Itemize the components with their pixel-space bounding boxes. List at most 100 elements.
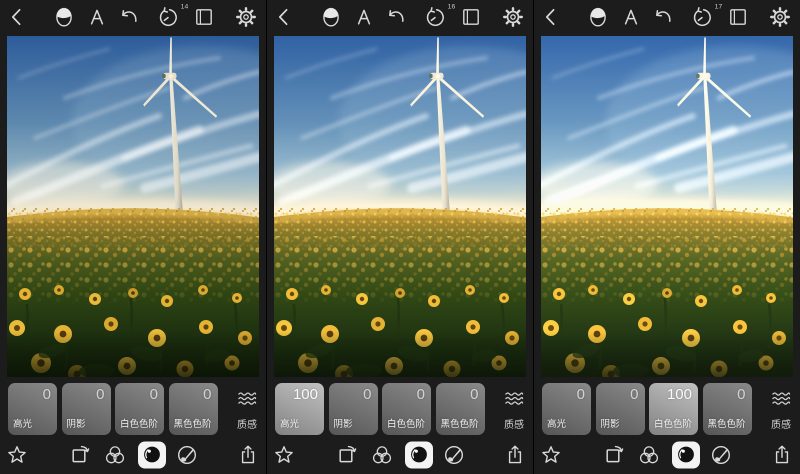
crop-button[interactable]: [68, 443, 92, 467]
texture-label: 质感: [237, 416, 257, 431]
frame-button[interactable]: [726, 5, 750, 29]
tile-label: 白色色阶: [120, 416, 158, 430]
history-count-badge: 17: [715, 2, 723, 10]
adjustment-tile-highlights[interactable]: 0 高光: [8, 383, 57, 435]
adjustment-tile-blacks[interactable]: 0 黑色色阶: [436, 383, 485, 435]
frame-icon: [726, 5, 750, 29]
share-button[interactable]: [503, 443, 527, 467]
frame-icon: [192, 5, 216, 29]
filters-button[interactable]: [370, 443, 394, 467]
back-button[interactable]: [539, 5, 563, 29]
texture-label: 质感: [771, 416, 791, 431]
undo-button[interactable]: [652, 5, 676, 29]
share-icon: [770, 443, 794, 467]
history-button[interactable]: 17: [690, 5, 714, 29]
text-tool-button[interactable]: [85, 5, 109, 29]
undo-button[interactable]: [118, 5, 142, 29]
text-a-icon: [352, 5, 376, 29]
filters-button[interactable]: [103, 443, 127, 467]
brush-circle-icon: [442, 443, 466, 467]
back-button[interactable]: [5, 5, 29, 29]
texture-label: 质感: [504, 416, 524, 431]
adjustment-tile-highlights[interactable]: 100 高光: [275, 383, 324, 435]
adjustment-tile-shadows[interactable]: 0 阴影: [62, 383, 111, 435]
brush-circle-icon: [175, 443, 199, 467]
adjustment-tile-whites[interactable]: 100 白色色阶: [649, 383, 698, 435]
mask-icon: [52, 5, 76, 29]
mask-tool-button[interactable]: [586, 5, 610, 29]
history-icon: [423, 5, 447, 29]
bottom-toolbar: [267, 435, 533, 474]
mask-tool-button[interactable]: [52, 5, 76, 29]
adjustment-next-partial[interactable]: 眩光: [258, 387, 266, 431]
bottom-toolbar: [534, 435, 800, 474]
adjustment-next-partial[interactable]: 眩光: [792, 387, 800, 431]
tile-value: 0: [43, 386, 51, 403]
history-button[interactable]: 16: [423, 5, 447, 29]
back-button[interactable]: [272, 5, 296, 29]
undo-button[interactable]: [385, 5, 409, 29]
adjustment-tile-blacks[interactable]: 0 黑色色阶: [703, 383, 752, 435]
windmill-sunflower-photo: [7, 36, 259, 377]
tile-value: 0: [470, 386, 478, 403]
text-tool-button[interactable]: [619, 5, 643, 29]
favorite-button[interactable]: [539, 443, 563, 467]
adjust-dial-icon: [408, 444, 430, 466]
history-count-badge: 14: [181, 2, 189, 10]
settings-button[interactable]: [234, 5, 258, 29]
share-button[interactable]: [236, 443, 260, 467]
editor-panel-2: 16 100 高光 0 阴影 0 白色色阶 0 黑色色阶 质感 眩光: [267, 0, 533, 474]
history-button[interactable]: 14: [156, 5, 180, 29]
adjustment-tile-whites[interactable]: 0 白色色阶: [382, 383, 431, 435]
tile-label: 阴影: [334, 416, 353, 430]
adjustment-row: 0 高光 0 阴影 0 白色色阶 0 黑色色阶 质感 眩光: [0, 383, 266, 435]
top-toolbar: 14: [0, 0, 266, 33]
adjust-button-selected[interactable]: [405, 441, 433, 468]
photo-canvas[interactable]: [7, 36, 259, 377]
text-tool-button[interactable]: [352, 5, 376, 29]
filters-circles-icon: [370, 443, 394, 467]
adjustment-next-partial[interactable]: 眩光: [525, 387, 533, 431]
brush-button[interactable]: [175, 443, 199, 467]
tile-value: 0: [737, 386, 745, 403]
favorite-button[interactable]: [272, 443, 296, 467]
history-icon: [690, 5, 714, 29]
star-icon: [272, 443, 296, 467]
star-icon: [539, 443, 563, 467]
settings-button[interactable]: [501, 5, 525, 29]
filters-button[interactable]: [637, 443, 661, 467]
adjustment-tile-highlights[interactable]: 0 高光: [542, 383, 591, 435]
mask-icon: [586, 5, 610, 29]
undo-icon: [118, 5, 142, 29]
tile-label: 黑色色阶: [708, 416, 746, 430]
adjustment-tile-shadows[interactable]: 0 阴影: [329, 383, 378, 435]
tile-value: 0: [630, 386, 638, 403]
top-toolbar: 17: [534, 0, 800, 33]
photo-canvas[interactable]: [541, 36, 793, 377]
frame-button[interactable]: [192, 5, 216, 29]
gear-icon: [234, 5, 258, 29]
crop-button[interactable]: [335, 443, 359, 467]
adjustment-tile-blacks[interactable]: 0 黑色色阶: [169, 383, 218, 435]
adjustment-tile-whites[interactable]: 0 白色色阶: [115, 383, 164, 435]
adjustment-row: 100 高光 0 阴影 0 白色色阶 0 黑色色阶 质感 眩光: [267, 383, 533, 435]
brush-button[interactable]: [709, 443, 733, 467]
frame-button[interactable]: [459, 5, 483, 29]
share-button[interactable]: [770, 443, 794, 467]
crop-button[interactable]: [602, 443, 626, 467]
windmill-sunflower-photo: [274, 36, 526, 377]
tile-value: 0: [150, 386, 158, 403]
adjust-dial-icon: [675, 444, 697, 466]
mask-tool-button[interactable]: [319, 5, 343, 29]
brush-button[interactable]: [442, 443, 466, 467]
settings-button[interactable]: [768, 5, 792, 29]
photo-canvas[interactable]: [274, 36, 526, 377]
star-icon: [5, 443, 29, 467]
tile-label: 白色色阶: [654, 416, 692, 430]
text-a-icon: [619, 5, 643, 29]
adjust-button-selected[interactable]: [138, 441, 166, 468]
favorite-button[interactable]: [5, 443, 29, 467]
adjustment-tile-shadows[interactable]: 0 阴影: [596, 383, 645, 435]
adjustment-row: 0 高光 0 阴影 100 白色色阶 0 黑色色阶 质感 眩光: [534, 383, 800, 435]
adjust-button-selected[interactable]: [672, 441, 700, 468]
